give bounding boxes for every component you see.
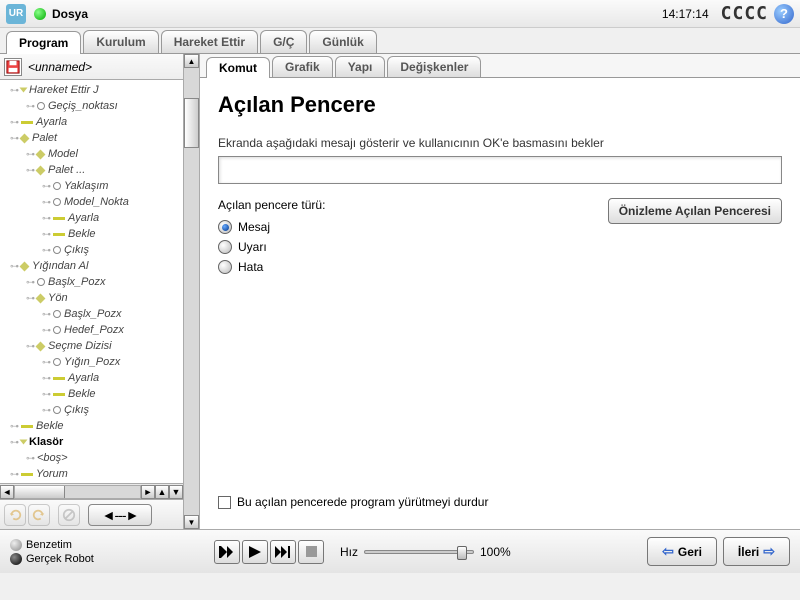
sub-tab-bar: KomutGrafikYapıDeğişkenler bbox=[200, 54, 800, 78]
scroll-down-icon[interactable]: ▼ bbox=[169, 485, 183, 499]
move-buttons[interactable]: ◄---► bbox=[88, 504, 152, 526]
popup-type-option[interactable]: Mesaj bbox=[218, 220, 608, 234]
tree-node[interactable]: ⊶Yaklaşım bbox=[0, 178, 183, 194]
popup-type-label: Açılan pencere türü: bbox=[218, 198, 608, 212]
top-bar: UR Dosya 14:17:14 CCCC ? bbox=[0, 0, 800, 28]
radio-icon[interactable] bbox=[218, 260, 232, 274]
next-button[interactable]: İleri⇨ bbox=[723, 537, 790, 566]
tree-node[interactable]: ⊶Başlx_Pozx bbox=[0, 306, 183, 322]
forward-button[interactable] bbox=[270, 540, 296, 564]
back-button[interactable]: ⇦Geri bbox=[647, 537, 717, 566]
status-code: CCCC bbox=[721, 3, 768, 24]
delete-button[interactable] bbox=[58, 504, 80, 526]
main-tab-bar: ProgramKurulumHareket EttirG/ÇGünlük bbox=[0, 28, 800, 54]
tree-node[interactable]: ⊶Ayarla bbox=[0, 114, 183, 130]
tree-node[interactable]: ⊶Bekle bbox=[0, 418, 183, 434]
tree-node[interactable]: ⊶Model_Nokta bbox=[0, 194, 183, 210]
tree-node[interactable]: ⊶<boş> bbox=[0, 450, 183, 466]
stop-button[interactable] bbox=[298, 540, 324, 564]
bottom-bar: Benzetim Gerçek Robot Hız 100% ⇦Geri İle… bbox=[0, 529, 800, 573]
tree-node[interactable]: ⊶Hedef_Pozx bbox=[0, 322, 183, 338]
tree-node[interactable]: ⊶Bekle bbox=[0, 386, 183, 402]
sub-tab-grafik[interactable]: Grafik bbox=[272, 56, 333, 77]
tree-node[interactable]: ⊶Yorum bbox=[0, 466, 183, 482]
panel-title: Açılan Pencere bbox=[218, 92, 782, 118]
tree-toolbar: ◄---► bbox=[0, 499, 183, 529]
main-tab-kurulum[interactable]: Kurulum bbox=[83, 30, 158, 53]
rewind-button[interactable] bbox=[214, 540, 240, 564]
file-menu[interactable]: Dosya bbox=[52, 7, 88, 21]
tree-node[interactable]: ⊶Palet bbox=[0, 130, 183, 146]
speed-value: 100% bbox=[480, 545, 511, 559]
tree-node[interactable]: ⊶Yığından Al bbox=[0, 258, 183, 274]
tree-node[interactable]: ⊶Ayarla bbox=[0, 370, 183, 386]
sub-tab-yapı[interactable]: Yapı bbox=[335, 56, 386, 77]
speed-slider[interactable] bbox=[364, 550, 474, 554]
tree-node[interactable]: ⊶Çıkış bbox=[0, 242, 183, 258]
help-icon[interactable]: ? bbox=[774, 4, 794, 24]
sub-tab-komut[interactable]: Komut bbox=[206, 57, 270, 78]
redo-button[interactable] bbox=[28, 504, 50, 526]
tree-node[interactable]: ⊶Hareket Ettir J bbox=[0, 82, 183, 98]
program-tree-panel: <unnamed> ⊶Hareket Ettir J⊶Geçiş_noktası… bbox=[0, 54, 184, 529]
command-panel: Açılan Pencere Ekranda aşağıdaki mesajı … bbox=[200, 78, 800, 529]
tree-node[interactable]: ⊶Yön bbox=[0, 290, 183, 306]
halt-label: Bu açılan pencerede program yürütmeyi du… bbox=[237, 495, 488, 509]
panel-description: Ekranda aşağıdaki mesajı gösterir ve kul… bbox=[218, 136, 782, 150]
tree-node[interactable]: ⊶Model bbox=[0, 146, 183, 162]
sub-tab-değişkenler[interactable]: Değişkenler bbox=[387, 56, 481, 77]
tree-node[interactable]: ⊶Klasör bbox=[0, 434, 183, 450]
radio-icon[interactable] bbox=[218, 220, 232, 234]
popup-type-option[interactable]: Uyarı bbox=[218, 240, 608, 254]
real-robot-radio[interactable] bbox=[10, 553, 22, 565]
file-bar: <unnamed> bbox=[0, 54, 183, 80]
tree-node[interactable]: ⊶Durdur bbox=[0, 482, 183, 483]
scroll-up-icon[interactable]: ▲ bbox=[155, 485, 169, 499]
tree-node[interactable]: ⊶Ayarla bbox=[0, 210, 183, 226]
main-tab-program[interactable]: Program bbox=[6, 31, 81, 54]
app-logo: UR bbox=[6, 4, 26, 24]
simulation-radio[interactable] bbox=[10, 539, 22, 551]
tree-horizontal-scrollbar[interactable]: ◄ ► ▲ ▼ bbox=[0, 483, 183, 499]
main-tab-hareketettir[interactable]: Hareket Ettir bbox=[161, 30, 258, 53]
undo-button[interactable] bbox=[4, 504, 26, 526]
speed-label: Hız bbox=[340, 545, 358, 559]
main-tab-gnlk[interactable]: Günlük bbox=[309, 30, 376, 53]
save-icon[interactable] bbox=[4, 58, 22, 76]
play-button[interactable] bbox=[242, 540, 268, 564]
simulation-label: Benzetim bbox=[26, 539, 72, 551]
popup-type-option[interactable]: Hata bbox=[218, 260, 608, 274]
program-tree[interactable]: ⊶Hareket Ettir J⊶Geçiş_noktası⊶Ayarla⊶Pa… bbox=[0, 80, 183, 483]
halt-checkbox[interactable] bbox=[218, 496, 231, 509]
tree-node[interactable]: ⊶Bekle bbox=[0, 226, 183, 242]
tree-node[interactable]: ⊶Yığın_Pozx bbox=[0, 354, 183, 370]
tree-node[interactable]: ⊶Seçme Dizisi bbox=[0, 338, 183, 354]
transport-controls bbox=[214, 540, 324, 564]
tree-node[interactable]: ⊶Başlx_Pozx bbox=[0, 274, 183, 290]
tree-vertical-scrollbar[interactable]: ▲ ▼ bbox=[184, 54, 200, 529]
real-robot-label: Gerçek Robot bbox=[26, 553, 94, 565]
tree-node[interactable]: ⊶Geçiş_noktası bbox=[0, 98, 183, 114]
preview-popup-button[interactable]: Önizleme Açılan Penceresi bbox=[608, 198, 782, 224]
tree-node[interactable]: ⊶Çıkış bbox=[0, 402, 183, 418]
main-tab-g[interactable]: G/Ç bbox=[260, 30, 307, 53]
file-name: <unnamed> bbox=[28, 60, 92, 74]
tree-node[interactable]: ⊶Palet ... bbox=[0, 162, 183, 178]
radio-icon[interactable] bbox=[218, 240, 232, 254]
scroll-right-icon[interactable]: ► bbox=[141, 485, 155, 499]
status-indicator-icon bbox=[34, 8, 46, 20]
popup-message-input[interactable] bbox=[218, 156, 782, 184]
clock: 14:17:14 bbox=[662, 7, 709, 21]
scroll-left-icon[interactable]: ◄ bbox=[0, 485, 14, 499]
